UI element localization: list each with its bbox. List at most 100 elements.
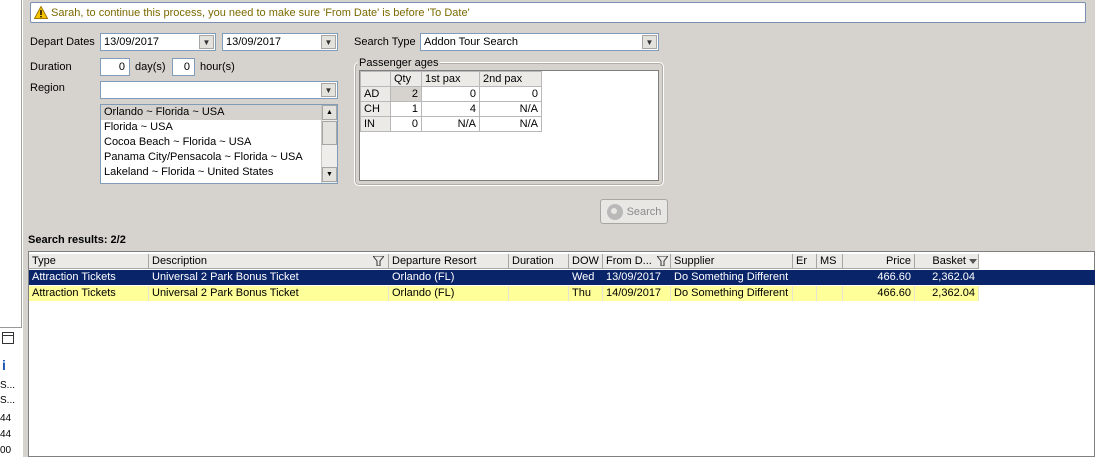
pax-cell[interactable]: N/A [421,116,480,132]
scroll-down-icon[interactable]: ▼ [322,167,337,182]
pax-cell[interactable]: 0 [479,86,542,102]
column-header-dow[interactable]: DOW [569,254,603,269]
cell-description: Universal 2 Park Bonus Ticket [149,286,389,301]
pax-row-in[interactable]: IN 0 N/A N/A [360,116,542,132]
column-header-label: From D... [606,255,652,267]
cell-duration [509,286,569,301]
region-combo[interactable]: ▼ [100,81,338,99]
region-list-item[interactable]: Lakeland ~ Florida ~ United States [101,165,337,180]
depart-to-value: 13/09/2017 [226,36,282,48]
search-type-label: Search Type [354,36,416,48]
cell-description: Universal 2 Park Bonus Ticket [149,270,389,285]
region-list-scrollbar[interactable]: ▲ ▼ [321,105,337,183]
pax-cell[interactable]: 1 [390,101,422,117]
cell-supplier: Do Something Different [671,270,793,285]
search-button-label: Search [626,205,662,218]
pax-cell[interactable]: 0 [390,116,422,132]
cell-ms [817,286,843,301]
pax-header-cell: 1st pax [421,71,480,87]
column-header-supplier[interactable]: Supplier [671,254,793,269]
sort-arrow-icon[interactable] [969,259,977,264]
cell-from-date: 14/09/2017 [603,286,671,301]
filter-icon[interactable] [373,256,384,266]
column-header-duration[interactable]: Duration [509,254,569,269]
scroll-up-icon[interactable]: ▲ [322,105,337,120]
pax-row-label: AD [360,86,391,102]
results-grid[interactable]: Type Description Departure Resort Durati… [28,251,1095,457]
duration-hours-input[interactable]: 0 [172,58,195,76]
duration-days-input[interactable]: 0 [100,58,130,76]
duration-label: Duration [30,61,72,73]
warning-text: Sarah, to continue this process, you nee… [51,6,470,19]
table-row[interactable]: Attraction Tickets Universal 2 Park Bonu… [29,270,1095,285]
region-label: Region [30,82,65,94]
search-type-combo[interactable]: Addon Tour Search ▼ [420,33,659,51]
results-header-row: Type Description Departure Resort Durati… [29,254,1095,269]
region-list[interactable]: Orlando ~ Florida ~ USA Florida ~ USA Co… [100,104,338,184]
warning-icon [34,6,48,19]
scroll-thumb[interactable] [322,121,337,145]
cell-type: Attraction Tickets [29,270,149,285]
column-header-type[interactable]: Type [29,254,149,269]
column-header-basket[interactable]: Basket [915,254,979,269]
left-fragment: 44 [0,429,12,440]
pax-cell[interactable]: N/A [479,116,542,132]
cell-from-date: 13/09/2017 [603,270,671,285]
column-header-er[interactable]: Er [793,254,817,269]
depart-dates-label: Depart Dates [30,36,95,48]
left-fragment: S... [0,395,16,406]
column-header-label: Basket [932,255,966,267]
cell-price: 466.60 [843,286,915,301]
column-header-description[interactable]: Description [149,254,389,269]
search-results-label: Search results: 2/2 [28,234,126,246]
column-header-departure-resort[interactable]: Departure Resort [389,254,509,269]
depart-to-date[interactable]: 13/09/2017 ▼ [222,33,338,51]
region-list-item[interactable]: Cocoa Beach ~ Florida ~ USA [101,135,337,150]
pax-header-row: Qty 1st pax 2nd pax [360,71,542,87]
region-list-item[interactable]: Orlando ~ Florida ~ USA [101,105,337,120]
pax-cell[interactable]: N/A [479,101,542,117]
search-icon [606,203,623,220]
cell-departure-resort: Orlando (FL) [389,270,509,285]
depart-from-date[interactable]: 13/09/2017 ▼ [100,33,216,51]
warning-bar: Sarah, to continue this process, you nee… [30,2,1086,23]
passenger-ages-grid[interactable]: Qty 1st pax 2nd pax AD 2 0 0 CH 1 4 N/A … [359,70,659,181]
cell-supplier: Do Something Different [671,286,793,301]
region-list-item[interactable]: Florida ~ USA [101,120,337,135]
pax-row-ad[interactable]: AD 2 0 0 [360,86,542,102]
pax-header-cell: 2nd pax [479,71,542,87]
pax-cell[interactable]: 2 [390,86,422,102]
column-header-ms[interactable]: MS [817,254,843,269]
cell-duration [509,270,569,285]
cell-er [793,270,817,285]
dropdown-arrow-icon[interactable]: ▼ [199,35,214,49]
dropdown-arrow-icon[interactable]: ▼ [321,83,336,97]
filter-icon[interactable] [657,256,668,266]
left-fragment: 00 [0,445,12,456]
search-button[interactable]: Search [600,199,668,224]
cell-er [793,286,817,301]
column-header-price[interactable]: Price [843,254,915,269]
table-row[interactable]: Attraction Tickets Universal 2 Park Bonu… [29,286,979,301]
pax-cell[interactable]: 0 [421,86,480,102]
pax-cell[interactable]: 4 [421,101,480,117]
info-icon[interactable]: i [2,357,6,373]
cell-basket: 2,362.04 [915,270,979,285]
window-icon[interactable] [2,332,14,344]
days-unit-label: day(s) [135,61,166,73]
pax-row-ch[interactable]: CH 1 4 N/A [360,101,542,117]
cell-dow: Thu [569,286,603,301]
left-side-panel: i S... S... 44 44 00 [0,0,22,457]
column-header-label: Description [152,255,208,267]
left-fragment: 44 [0,413,12,424]
dropdown-arrow-icon[interactable]: ▼ [642,35,657,49]
pax-header-cell [360,71,391,87]
dropdown-arrow-icon[interactable]: ▼ [321,35,336,49]
region-list-item[interactable]: Panama City/Pensacola ~ Florida ~ USA [101,150,337,165]
cell-departure-resort: Orlando (FL) [389,286,509,301]
pax-header-cell: Qty [390,71,422,87]
cell-basket: 2,362.04 [915,286,979,301]
search-panel: Sarah, to continue this process, you nee… [23,0,1095,457]
column-header-from-date[interactable]: From D... [603,254,671,269]
search-type-value: Addon Tour Search [424,36,518,48]
